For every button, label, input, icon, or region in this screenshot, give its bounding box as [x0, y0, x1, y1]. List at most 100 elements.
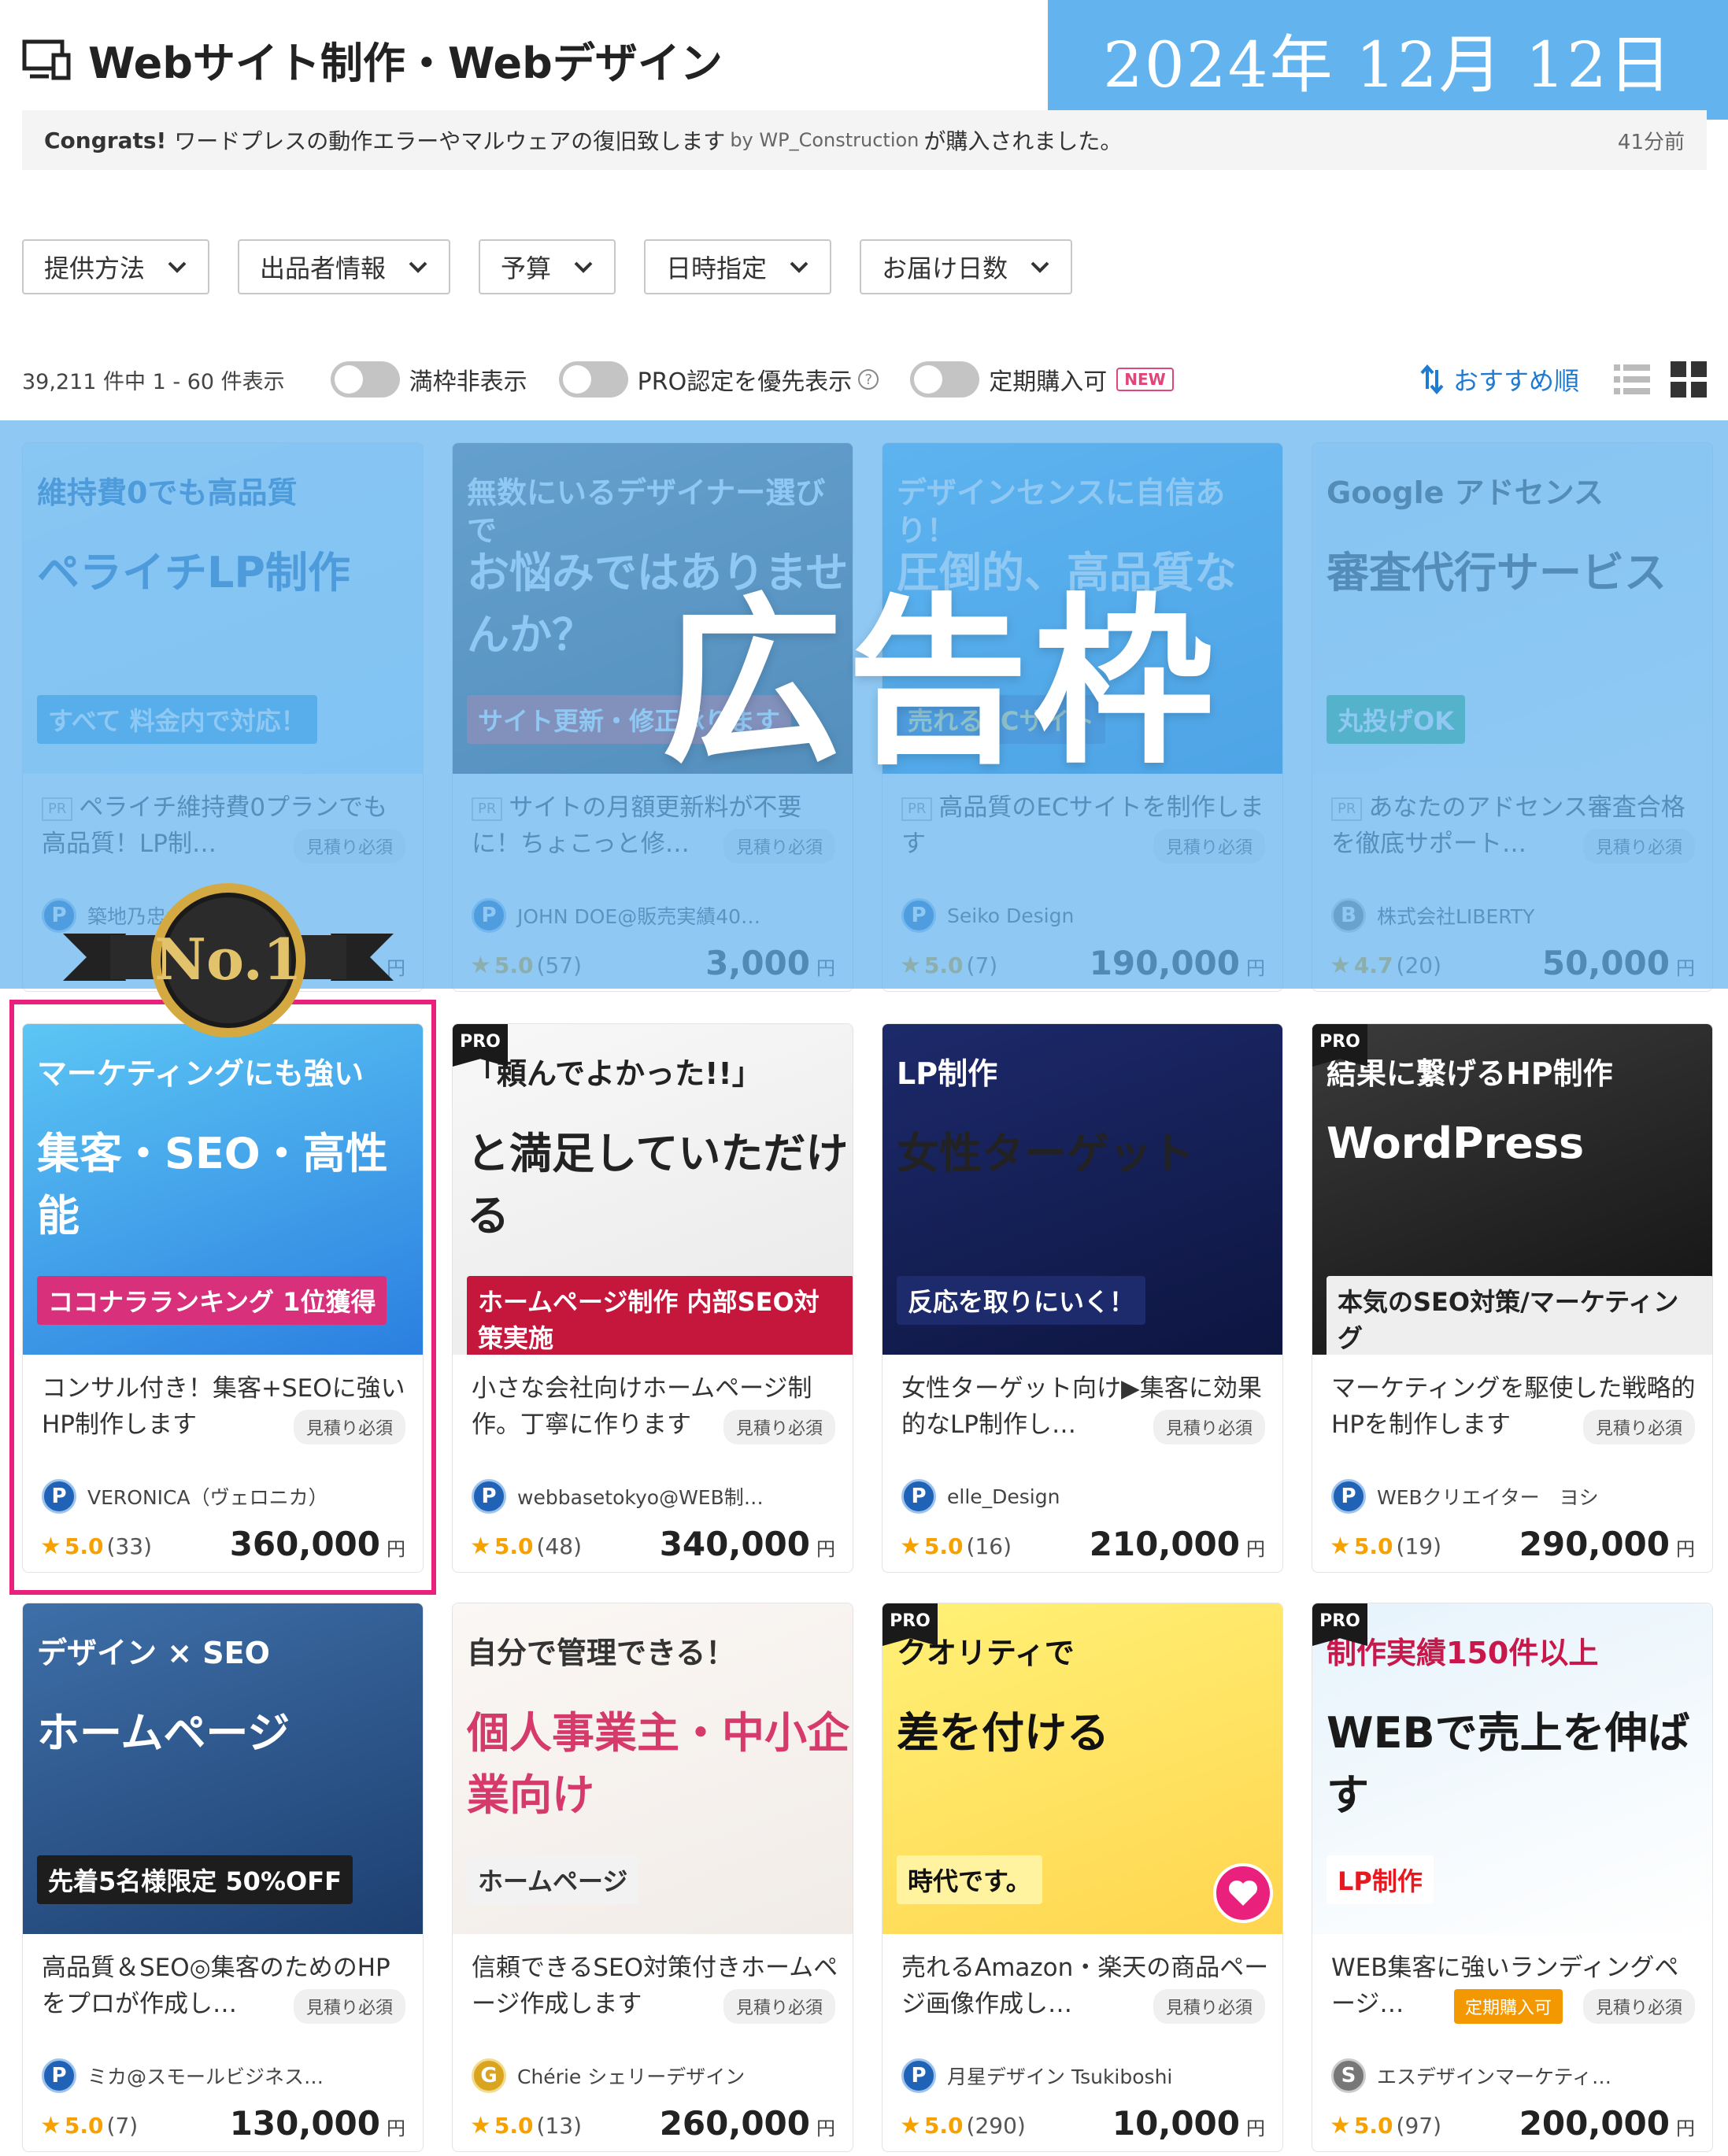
service-thumbnail[interactable]: LP制作女性ターゲット 反応を取りにいく！	[883, 1024, 1282, 1355]
rating-value: 5.0	[923, 2113, 964, 2139]
favorite-heart-icon[interactable]	[1213, 1863, 1273, 1923]
chevron-down-icon	[574, 261, 593, 273]
date-banner: 2024年 12月 12日	[1048, 0, 1728, 120]
congrats-service: ワードプレスの動作エラーやマルウェアの復旧致します	[174, 128, 726, 154]
sort-label: おすすめ順	[1452, 366, 1579, 396]
star-icon: ★	[1330, 2112, 1351, 2139]
review-count: (19)	[1396, 1533, 1441, 1559]
filter-bar: 提供方法 出品者情報 予算 日時指定 お届け日数	[22, 239, 1073, 294]
service-card[interactable]: 自分で管理できる！ 個人事業主・中小企業向け ホームページ 信頼できるSEO対策付きホ…	[452, 1603, 853, 2152]
price-value: 290,000	[1519, 1525, 1670, 1563]
sort-dropdown[interactable]: おすすめ順	[1419, 361, 1579, 398]
price: 260,000 円	[660, 2104, 835, 2143]
no1-text: No.1	[154, 926, 302, 993]
seller-info[interactable]: Pwebbasetokyo@WEB制…	[472, 1479, 842, 1514]
service-card[interactable]: 結果に繋げるHP制作 WordPress 本気のSEO対策/マーケティング PRO マー…	[1312, 1023, 1713, 1573]
price-value: 130,000	[229, 2104, 380, 2143]
price-value: 200,000	[1519, 2104, 1670, 2143]
thumb-line-1: 結果に繋げるHP制作	[1327, 1056, 1613, 1091]
sort-icon	[1420, 364, 1444, 395]
rating: ★ 5.0 (13)	[470, 2112, 582, 2139]
toggle-switch[interactable]	[910, 361, 980, 398]
filter-label: お届け日数	[882, 253, 1008, 283]
thumb-line-3: 反応を取りにいく！	[897, 1276, 1146, 1325]
grid-view-icon[interactable]	[1671, 361, 1707, 398]
thumb-line-1: デザイン × SEO	[37, 1636, 270, 1670]
price-value: 260,000	[659, 2104, 810, 2143]
yen-unit: 円	[816, 1538, 835, 1560]
star-icon: ★	[900, 1533, 921, 1560]
seller-info[interactable]: P 月星デザイン Tsukiboshi	[901, 2058, 1271, 2093]
thumb-line-3: 本気のSEO対策/マーケティング	[1327, 1276, 1712, 1355]
service-card[interactable]: クオリティで 差を付ける 時代です。 PRO 売れるAmazon・楽天の商品ページ画像作…	[882, 1603, 1283, 2152]
page-title: Webサイト制作・Webデザイン	[88, 39, 723, 88]
rating: ★ 5.0 (97)	[1330, 2112, 1441, 2139]
seller-info[interactable]: P ミカ@スモールビジネス…	[42, 2058, 412, 2093]
thumb-line-2: と満足していただける	[467, 1129, 849, 1241]
congrats-suffix: が購入されました。	[923, 128, 1123, 154]
seller-info[interactable]: Pelle_Design	[901, 1479, 1271, 1514]
toggle-pro-priority[interactable]: PRO認定を優先表示?	[558, 361, 879, 398]
seller-info[interactable]: P WEBクリエイター ヨシ	[1331, 1479, 1701, 1514]
review-count: (290)	[966, 2113, 1026, 2139]
price: 210,000 円	[1090, 1525, 1265, 1563]
price-value: 210,000	[1089, 1525, 1240, 1563]
toggle-switch[interactable]	[558, 361, 628, 398]
star-icon: ★	[40, 2112, 61, 2139]
rating-value: 5.0	[1353, 1533, 1393, 1559]
quote-required-badge: 見積り必須	[723, 1410, 835, 1444]
seller-info[interactable]: G Chérie シェリーデザイン	[472, 2058, 842, 2093]
list-view-icon[interactable]	[1614, 361, 1650, 398]
seller-rank-icon: P	[901, 2058, 936, 2093]
service-thumbnail[interactable]: 自分で管理できる！ 個人事業主・中小企業向け ホームページ	[453, 1603, 853, 1934]
service-card[interactable]: 「頼んでよかった!!」 と満足していただける ホームページ制作 内部SEO対策実施 P…	[452, 1023, 853, 1573]
service-card[interactable]: LP制作 女性ターゲット 反応を取りにいく！ 女性ターゲット向け▶集客に効果的なLP制…	[882, 1023, 1283, 1573]
service-card[interactable]: デザイン × SEO ホームページ 先着5名様限定 50%OFF 高品質＆SEO◎集客…	[22, 1603, 424, 2152]
thumb-line-2: ホームページ	[37, 1708, 290, 1758]
service-thumbnail[interactable]: 制作実績150件以上 WEBで売上を伸ばす LP制作 PRO	[1312, 1603, 1712, 1934]
service-thumbnail[interactable]: クオリティで 差を付ける 時代です。 PRO	[883, 1603, 1282, 1934]
quote-required-badge: 見積り必須	[1153, 1989, 1265, 2024]
filter-delivery-method[interactable]: 提供方法	[22, 239, 210, 294]
quote-required-badge: 見積り必須	[1582, 1989, 1695, 2024]
rating: ★ 5.0 (48)	[470, 1533, 582, 1560]
filter-delivery-days[interactable]: お届け日数	[860, 239, 1073, 294]
price: 340,000 円	[660, 1525, 835, 1563]
seller-info[interactable]: S エスデザインマーケティ…	[1331, 2058, 1701, 2093]
monitor-icon	[22, 39, 71, 80]
toggle-switch[interactable]	[330, 361, 400, 398]
filter-label: 予算	[501, 253, 552, 283]
star-icon: ★	[1330, 1533, 1351, 1560]
thumb-line-2: WordPress	[1327, 1119, 1585, 1168]
filter-budget[interactable]: 予算	[479, 239, 616, 294]
service-card[interactable]: 制作実績150件以上 WEBで売上を伸ばす LP制作 PRO WEB集客に強いランディン…	[1312, 1603, 1713, 2152]
price: 290,000 円	[1519, 1525, 1695, 1563]
thumb-line-1: LP制作	[897, 1056, 998, 1091]
thumb-line-3: ホームページ	[467, 1855, 639, 1904]
yen-unit: 円	[816, 2117, 835, 2139]
seller-rank-icon: P	[42, 2058, 76, 2093]
thumb-line-2: 女性ターゲット	[897, 1129, 1194, 1178]
filter-seller-info[interactable]: 出品者情報	[238, 239, 451, 294]
rating: ★ 5.0 (290)	[900, 2112, 1026, 2139]
rating-value: 5.0	[923, 1533, 964, 1559]
chevron-down-icon	[1031, 261, 1049, 273]
price-value: 340,000	[659, 1525, 810, 1563]
service-thumbnail[interactable]: デザイン × SEO ホームページ 先着5名様限定 50%OFF	[23, 1603, 423, 1934]
congrats-label: Congrats!	[44, 127, 167, 153]
seller-name: webbasetokyo@WEB制…	[517, 1486, 764, 1509]
congrats-bar[interactable]: Congrats! ワードプレスの動作エラーやマルウェアの復旧致します by W…	[22, 110, 1707, 170]
quote-required-badge: 見積り必須	[1153, 1410, 1265, 1444]
toggle-subscription[interactable]: 定期購入可 NEW	[910, 361, 1174, 398]
service-thumbnail[interactable]: 結果に繋げるHP制作 WordPress 本気のSEO対策/マーケティング PRO	[1312, 1024, 1712, 1355]
toggle-hide-full[interactable]: 満枠非表示	[330, 361, 527, 398]
yen-unit: 円	[1676, 2117, 1695, 2139]
price: 200,000 円	[1519, 2104, 1695, 2143]
filter-datetime[interactable]: 日時指定	[644, 239, 832, 294]
seller-name: Chérie シェリーデザイン	[517, 2065, 746, 2088]
yen-unit: 円	[1246, 2117, 1265, 2139]
rating-value: 5.0	[494, 1533, 534, 1559]
service-thumbnail[interactable]: 「頼んでよかった!!」 と満足していただける ホームページ制作 内部SEO対策実施 P…	[453, 1024, 853, 1355]
help-icon[interactable]: ?	[858, 369, 879, 390]
review-count: (13)	[536, 2113, 582, 2139]
